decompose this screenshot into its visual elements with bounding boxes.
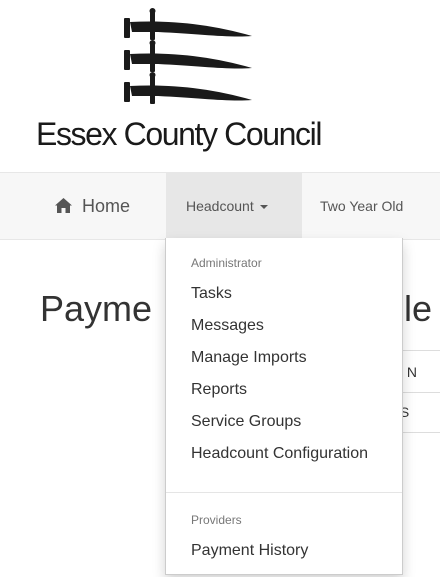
dropdown-divider <box>166 492 402 493</box>
headcount-dropdown-menu: Administrator Tasks Messages Manage Impo… <box>165 238 403 575</box>
nav-headcount-label: Headcount <box>186 198 254 214</box>
menu-item-tasks[interactable]: Tasks <box>191 285 232 303</box>
menu-item-manage-imports[interactable]: Manage Imports <box>191 349 307 367</box>
swords-emblem-icon <box>124 8 252 104</box>
nav-home-link[interactable]: Home <box>55 173 130 239</box>
nav-two-year-olds-link[interactable]: Two Year Old <box>320 173 403 239</box>
dropdown-header-providers: Providers <box>191 513 242 527</box>
page-title-tail: le <box>404 288 433 329</box>
menu-item-headcount-configuration[interactable]: Headcount Configuration <box>191 445 368 463</box>
menu-item-service-groups[interactable]: Service Groups <box>191 413 301 431</box>
page-title: Payme <box>40 288 153 329</box>
dropdown-header-administrator: Administrator <box>191 256 262 270</box>
nav-headcount-dropdown[interactable]: Headcount <box>166 173 302 239</box>
menu-item-payment-history[interactable]: Payment History <box>191 542 308 560</box>
nav-home-label: Home <box>82 196 131 216</box>
menu-item-reports[interactable]: Reports <box>191 381 247 399</box>
logo: Essex County Council <box>0 0 440 160</box>
home-icon <box>55 198 72 213</box>
navbar: Home Headcount Two Year Old <box>0 172 440 240</box>
council-name: Essex County Council <box>36 116 322 152</box>
menu-item-messages[interactable]: Messages <box>191 317 264 335</box>
caret-down-icon <box>259 205 268 209</box>
